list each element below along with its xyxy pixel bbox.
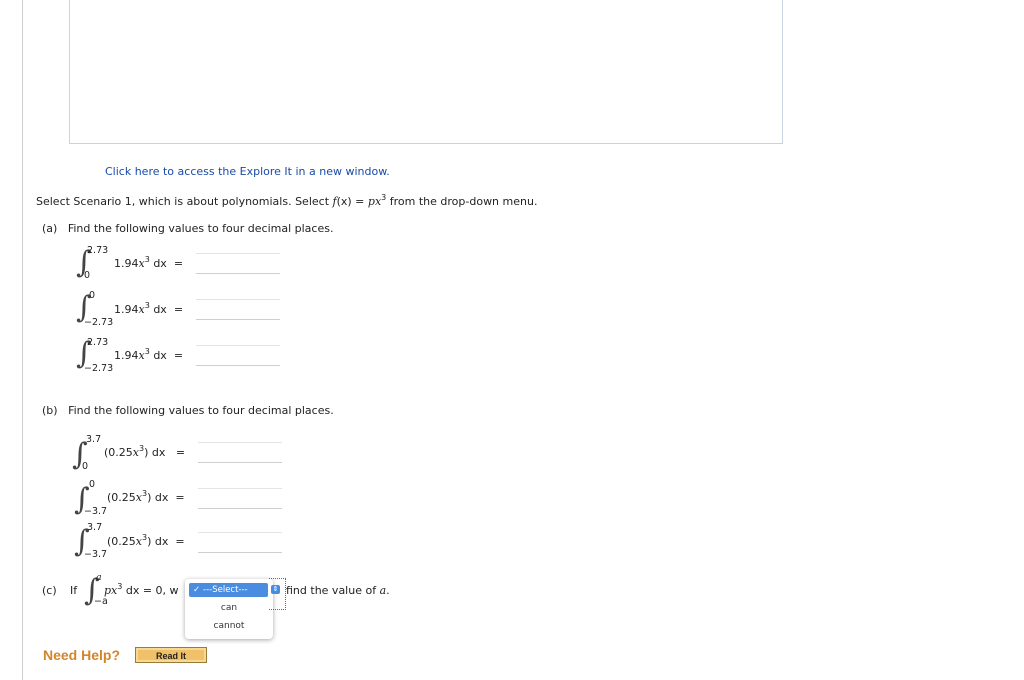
- part-a-heading: (a) Find the following values to four de…: [42, 222, 334, 235]
- can-cannot-dropdown[interactable]: ✓ ---Select--- can cannot: [185, 579, 273, 639]
- answer-a2-input[interactable]: [196, 299, 280, 320]
- left-border: [22, 0, 23, 680]
- answer-b1-input[interactable]: [198, 442, 282, 463]
- upper-limit: 2.73: [87, 337, 109, 348]
- part-c-tail: find the value of a.: [286, 584, 390, 597]
- dropdown-option-can[interactable]: can: [185, 603, 273, 613]
- part-b-heading: (b) Find the following values to four de…: [42, 404, 334, 417]
- upper-limit: 2.73: [87, 245, 109, 256]
- answer-b3-input[interactable]: [198, 532, 282, 553]
- integrand: (0.25x3) dx =: [104, 444, 186, 460]
- explore-it-frame: [69, 0, 783, 144]
- lower-limit: −3.7: [84, 506, 108, 517]
- lower-limit: −3.7: [84, 549, 108, 560]
- need-help-label: Need Help?: [43, 647, 121, 663]
- lower-limit: −a: [94, 596, 108, 607]
- dropdown-option-select[interactable]: ✓ ---Select---: [189, 583, 268, 597]
- read-it-button[interactable]: Read It: [135, 647, 207, 663]
- instruction-text: Select Scenario 1, which is about polyno…: [36, 193, 538, 209]
- integrand: 1.94x3 dx =: [114, 347, 184, 363]
- answer-b2-input[interactable]: [198, 488, 282, 509]
- part-c-if: If: [70, 584, 78, 597]
- upper-limit: 3.7: [87, 522, 103, 533]
- answer-a1-input[interactable]: [196, 253, 280, 274]
- dropdown-option-cannot[interactable]: cannot: [185, 621, 273, 631]
- integrand: (0.25x3) dx =: [107, 533, 185, 549]
- upper-limit: 0: [89, 479, 96, 490]
- upper-limit: a: [96, 572, 102, 583]
- integrand: 1.94x3 dx =: [114, 301, 184, 317]
- answer-a3-input[interactable]: [196, 345, 280, 366]
- lower-limit: 0: [84, 270, 91, 281]
- focus-outline: [269, 578, 286, 610]
- upper-limit: 0: [89, 290, 96, 301]
- part-c-label: (c): [42, 584, 57, 597]
- lower-limit: −2.73: [84, 363, 114, 374]
- dropdown-arrow-icon[interactable]: ⇕: [271, 585, 280, 594]
- part-c-integrand: px3 dx = 0, w: [104, 582, 179, 598]
- explore-link[interactable]: Click here to access the Explore It in a…: [105, 165, 390, 178]
- lower-limit: −2.73: [84, 317, 114, 328]
- integrand: (0.25x3) dx =: [107, 489, 185, 505]
- check-icon: ✓: [193, 585, 201, 595]
- upper-limit: 3.7: [86, 434, 102, 445]
- integrand: 1.94x3 dx =: [114, 255, 184, 271]
- lower-limit: 0: [82, 461, 89, 472]
